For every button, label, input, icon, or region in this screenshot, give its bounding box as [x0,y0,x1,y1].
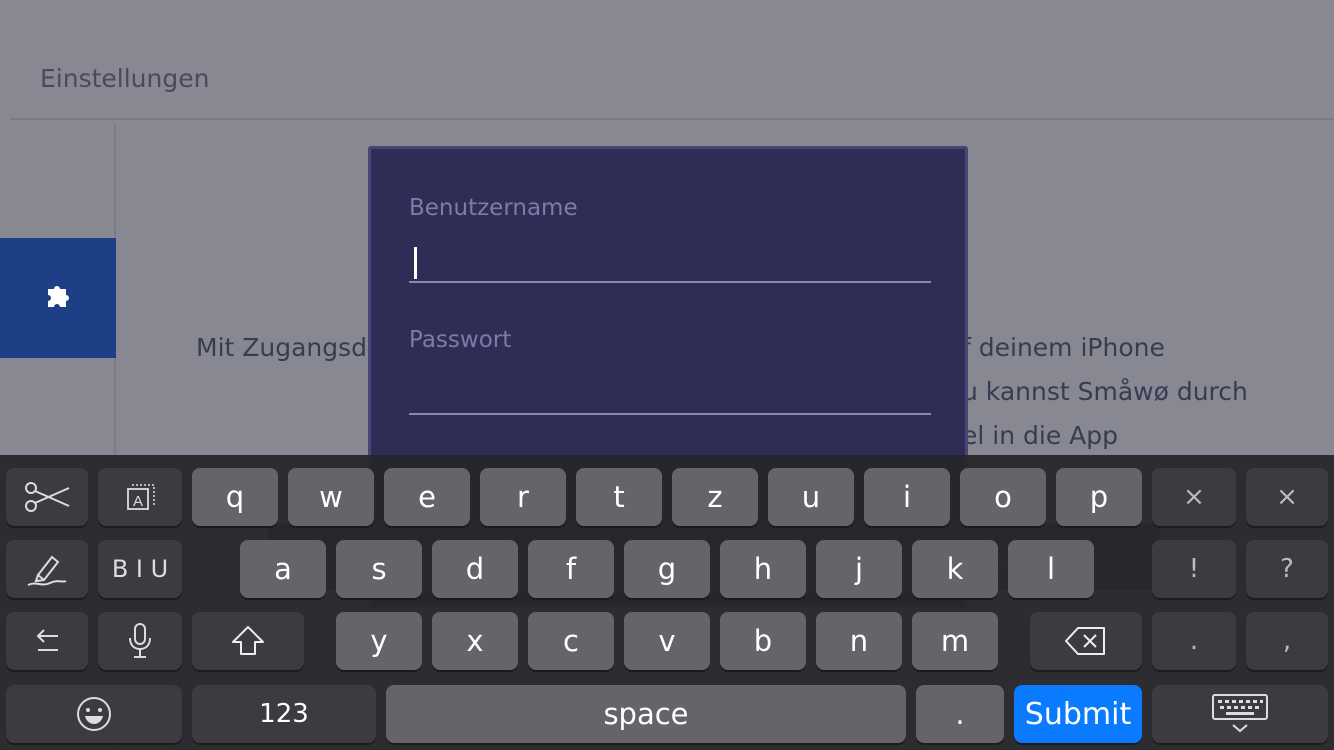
key-comma-side[interactable]: , [1246,612,1328,670]
key-multiply-2[interactable]: × [1246,468,1328,526]
emoji-icon [75,695,113,733]
password-field[interactable] [409,369,931,415]
markup-button[interactable] [6,540,88,598]
info-text-right-1: f deinem iPhone [962,333,1165,362]
highlighter-icon [24,549,70,589]
svg-text:A: A [133,493,143,510]
key-e[interactable]: e [384,468,470,526]
username-label: Benutzername [409,195,578,221]
key-u[interactable]: u [768,468,854,526]
emoji-button[interactable] [6,685,182,743]
info-text-right-3: el in die App [962,421,1118,450]
key-c[interactable]: c [528,612,614,670]
key-multiply-1[interactable]: × [1152,468,1236,526]
text-caret [414,247,417,279]
keyboard: A q w e r t z u i o p × × B I U a s d f … [0,455,1334,750]
backspace-key[interactable] [1030,612,1142,670]
submit-button[interactable]: Submit [1014,685,1142,743]
key-p[interactable]: p [1056,468,1142,526]
tab-arrow-icon [30,624,64,658]
backspace-icon [1064,625,1108,657]
info-text-right-2: u kannst Småwø durch [962,377,1248,406]
space-key[interactable]: space [386,685,906,743]
cut-button[interactable] [6,468,88,526]
key-r[interactable]: r [480,468,566,526]
key-h[interactable]: h [720,540,806,598]
key-o[interactable]: o [960,468,1046,526]
sidebar-item-plugins[interactable] [0,238,116,358]
microphone-icon [127,622,153,660]
password-label: Passwort [409,327,512,353]
key-y[interactable]: y [336,612,422,670]
text-format-button[interactable]: B I U [98,540,182,598]
key-t[interactable]: t [576,468,662,526]
text-frame-icon: A [122,479,158,515]
copy-style-button[interactable]: A [98,468,182,526]
page-title: Einstellungen [40,64,210,93]
key-n[interactable]: n [816,612,902,670]
key-z[interactable]: z [672,468,758,526]
scissors-icon [23,480,71,514]
info-text-left: Mit Zugangsda [196,333,383,362]
key-v[interactable]: v [624,612,710,670]
dictation-button[interactable] [98,612,182,670]
key-j[interactable]: j [816,540,902,598]
key-question[interactable]: ? [1246,540,1328,598]
key-k[interactable]: k [912,540,998,598]
shift-arrow-icon [229,624,267,658]
keyboard-dismiss-icon [1211,693,1269,735]
dismiss-keyboard-button[interactable] [1152,685,1328,743]
key-l[interactable]: l [1008,540,1094,598]
puzzle-icon [42,280,74,316]
period-key[interactable]: . [916,685,1004,743]
key-a[interactable]: a [240,540,326,598]
key-f[interactable]: f [528,540,614,598]
key-x[interactable]: x [432,612,518,670]
tab-key[interactable] [6,612,88,670]
key-m[interactable]: m [912,612,998,670]
shift-key[interactable] [192,612,304,670]
key-d[interactable]: d [432,540,518,598]
username-field[interactable] [409,237,931,283]
key-b[interactable]: b [720,612,806,670]
numbers-key[interactable]: 123 [192,685,376,743]
key-w[interactable]: w [288,468,374,526]
key-i[interactable]: i [864,468,950,526]
header-divider [10,118,1334,120]
key-exclamation[interactable]: ! [1152,540,1236,598]
key-g[interactable]: g [624,540,710,598]
key-s[interactable]: s [336,540,422,598]
key-q[interactable]: q [192,468,278,526]
key-period-side[interactable]: . [1152,612,1236,670]
